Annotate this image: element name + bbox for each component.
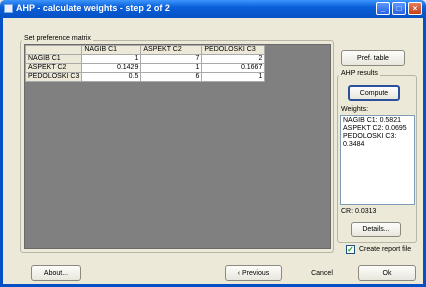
row-header: NAGIB C1 bbox=[24, 54, 83, 64]
column-header: PEDOLOSKI C3 bbox=[201, 45, 266, 55]
matrix-cell[interactable]: 1 bbox=[140, 63, 203, 73]
maximize-button[interactable]: □ bbox=[392, 2, 406, 15]
close-button[interactable]: × bbox=[408, 2, 422, 15]
matrix-cell[interactable]: 6 bbox=[140, 72, 203, 82]
grid-corner bbox=[24, 45, 83, 55]
weights-label: Weights: bbox=[341, 106, 369, 113]
details-button[interactable]: Details... bbox=[351, 222, 401, 237]
pref-table-button[interactable]: Pref. table bbox=[341, 50, 405, 66]
column-header: ASPEKT C2 bbox=[140, 45, 203, 55]
preference-matrix-grid[interactable]: NAGIB C1 ASPEKT C2 PEDOLOSKI C3 NAGIB C1… bbox=[24, 44, 331, 249]
window-title: AHP - calculate weights - step 2 of 2 bbox=[16, 3, 170, 13]
create-report-label: Create report file bbox=[359, 246, 412, 253]
previous-button[interactable]: ‹ Previous bbox=[225, 265, 282, 281]
row-header: ASPEKT C2 bbox=[24, 63, 83, 73]
matrix-cell[interactable]: 7 bbox=[140, 54, 203, 64]
table-row: NAGIB C1 1 7 2 bbox=[24, 54, 266, 64]
preference-table: NAGIB C1 ASPEKT C2 PEDOLOSKI C3 NAGIB C1… bbox=[24, 45, 266, 82]
matrix-cell[interactable]: 2 bbox=[201, 54, 266, 64]
create-report-checkbox[interactable]: ✓ bbox=[346, 245, 355, 254]
matrix-cell[interactable]: 1 bbox=[201, 72, 266, 82]
title-bar: AHP - calculate weights - step 2 of 2 _ … bbox=[0, 0, 426, 18]
weights-textbox[interactable]: NAGIB C1: 0.5821 ASPEKT C2: 0.0695 PEDOL… bbox=[340, 115, 415, 205]
matrix-cell[interactable]: 0.5 bbox=[81, 72, 142, 82]
preference-matrix-caption: Set preference matrix bbox=[22, 35, 93, 42]
matrix-cell[interactable]: 0.1667 bbox=[201, 63, 266, 73]
table-row: PEDOLOSKI C3 0.5 6 1 bbox=[24, 72, 266, 82]
app-icon bbox=[4, 4, 13, 13]
column-header: NAGIB C1 bbox=[81, 45, 142, 55]
cr-value: CR: 0.0313 bbox=[341, 208, 377, 215]
window-frame-left bbox=[0, 18, 3, 287]
ok-button[interactable]: Ok bbox=[358, 265, 416, 281]
table-row: ASPEKT C2 0.1429 1 0.1667 bbox=[24, 63, 266, 73]
cancel-button[interactable]: Cancel bbox=[292, 265, 352, 281]
matrix-cell[interactable]: 0.1429 bbox=[81, 63, 142, 73]
row-header: PEDOLOSKI C3 bbox=[24, 72, 83, 82]
about-button[interactable]: About... bbox=[31, 265, 81, 281]
compute-button[interactable]: Compute bbox=[348, 85, 400, 101]
ahp-results-caption: AHP results bbox=[339, 70, 380, 77]
minimize-button[interactable]: _ bbox=[376, 2, 390, 15]
matrix-cell[interactable]: 1 bbox=[81, 54, 142, 64]
